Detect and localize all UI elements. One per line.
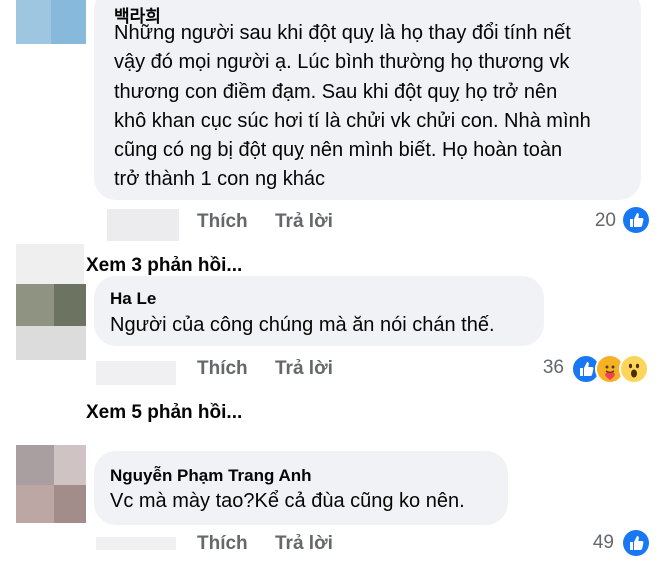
reaction-count[interactable]: 36	[526, 357, 564, 379]
comment-text-line: trở thành 1 con ng khác	[114, 168, 326, 191]
comment-text: Vc mà mày tao?Kể cả đùa cũng ko nên.	[110, 487, 465, 516]
comment-text-line: vậy đó mọi người ạ. Lúc bình thường họ t…	[114, 51, 570, 74]
reaction-count[interactable]: 49	[578, 532, 614, 554]
avatar[interactable]	[16, 445, 86, 523]
comment-text: Người của công chúng mà ăn nói chán thế.	[110, 311, 495, 340]
avatar[interactable]	[16, 0, 86, 44]
like-icon[interactable]	[623, 207, 649, 233]
comment-text-line: Vc mà mày tao?Kể cả đùa cũng ko nên.	[110, 490, 465, 512]
comment-text-line: thương con điềm đạm. Sau khi đột quỵ họ …	[114, 80, 558, 103]
like-button[interactable]: Thích	[197, 211, 248, 233]
comment-text-line: cũng có ng bị đột quỵ nên mình biết. Họ …	[114, 139, 563, 162]
timestamp-blurred	[96, 361, 176, 385]
comment-text-line: Người của công chúng mà ăn nói chán thế.	[110, 314, 495, 336]
view-replies-link[interactable]: Xem 3 phản hồi...	[86, 255, 242, 277]
comment-author[interactable]: Nguyễn Phạm Trang Anh	[110, 466, 312, 486]
view-replies-link[interactable]: Xem 5 phản hồi...	[86, 402, 242, 424]
reply-button[interactable]: Trả lời	[275, 211, 333, 233]
timestamp-blurred	[107, 209, 179, 241]
avatar[interactable]	[16, 284, 86, 326]
comment-text-line: khô khan cục súc hơi tí là chửi vk chửi …	[114, 109, 591, 132]
reply-avatar-blurred	[16, 244, 84, 284]
timestamp-blurred	[96, 537, 176, 550]
comment-bubble: Nguyễn Phạm Trang Anh Vc mà mày tao?Kể c…	[94, 451, 508, 525]
reply-button[interactable]: Trả lời	[275, 533, 333, 555]
wow-icon[interactable]	[619, 354, 649, 384]
comment-text-line: Những người sau khi đột quỵ là họ thay đ…	[114, 22, 571, 44]
avatar-blurred	[16, 326, 86, 360]
comment-bubble: Ha Le Người của công chúng mà ăn nói chá…	[94, 276, 544, 346]
comment-text: Những người sau khi đột quỵ là họ thay đ…	[114, 19, 634, 195]
like-button[interactable]: Thích	[197, 358, 248, 380]
like-icon[interactable]	[623, 530, 649, 556]
reply-button[interactable]: Trả lời	[275, 358, 333, 380]
like-button[interactable]: Thích	[197, 533, 248, 555]
comment-author[interactable]: Ha Le	[110, 289, 156, 309]
reaction-count[interactable]: 20	[580, 210, 616, 232]
comment-bubble: 백라희 Những người sau khi đột quỵ là họ th…	[94, 0, 641, 200]
